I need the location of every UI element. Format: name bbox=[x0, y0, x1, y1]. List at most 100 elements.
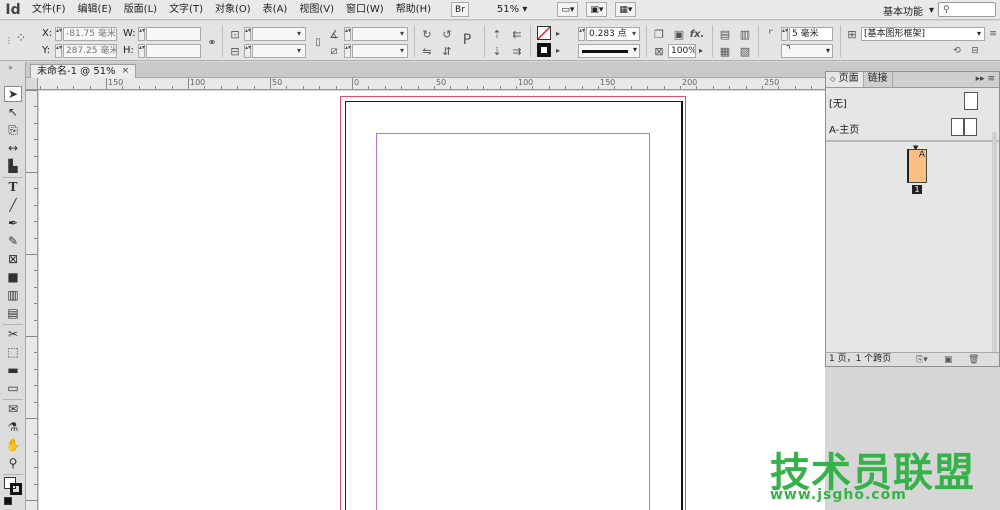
workspace-switcher[interactable]: 基本功能 ▾ bbox=[883, 0, 934, 20]
corner-size-stepper[interactable]: ▴▾ bbox=[781, 27, 788, 41]
arrange-documents-button[interactable]: ▦▾ bbox=[615, 2, 637, 17]
horizontal-grid-tool-icon[interactable]: ▥ bbox=[4, 287, 22, 303]
width-field[interactable] bbox=[146, 27, 201, 41]
menu-window[interactable]: 窗口(W) bbox=[340, 0, 390, 20]
panel-menu-icon[interactable]: ▸▸ ≡ bbox=[976, 74, 995, 84]
corner-shape-select[interactable]: ⌝ ▾ bbox=[781, 44, 833, 58]
page-tool-icon[interactable]: ⎘ bbox=[4, 122, 22, 138]
constrain-proportions-icon[interactable]: ⚭ bbox=[205, 35, 219, 49]
note-tool-icon[interactable]: ✉ bbox=[4, 401, 22, 417]
select-container-icon[interactable]: ⇡ bbox=[490, 27, 504, 41]
ruler-origin[interactable] bbox=[26, 78, 38, 90]
edit-page-size-icon[interactable]: ⎘▾ bbox=[916, 354, 928, 367]
text-wrap-none-icon[interactable]: ▤ bbox=[718, 27, 732, 41]
text-wrap-box-icon[interactable]: ▥ bbox=[738, 27, 752, 41]
direct-selection-tool-icon[interactable]: ↖ bbox=[4, 104, 22, 120]
selection-tool-icon[interactable]: ➤ bbox=[4, 86, 22, 102]
menu-help[interactable]: 帮助(H) bbox=[390, 0, 437, 20]
zoom-level-select[interactable]: 51% ▾ bbox=[491, 0, 533, 20]
tab-pages[interactable]: ◇ 页面 bbox=[826, 72, 864, 87]
gradient-feather-tool-icon[interactable]: ▭ bbox=[4, 380, 22, 396]
shadow-toggle-icon[interactable]: ▣ bbox=[672, 27, 686, 41]
rotate-stepper[interactable]: ▴▾ bbox=[344, 27, 351, 41]
eyedropper-tool-icon[interactable]: ⚗ bbox=[4, 419, 22, 435]
type-tool-icon[interactable]: T bbox=[4, 179, 22, 195]
rectangle-frame-tool-icon[interactable]: ⊠ bbox=[4, 251, 22, 267]
gap-tool-icon[interactable]: ↔ bbox=[4, 140, 22, 156]
stroke-swatch[interactable] bbox=[537, 43, 551, 57]
chevron-down-icon[interactable]: ▾ bbox=[400, 46, 404, 55]
effects-fx-icon[interactable]: fx. bbox=[690, 27, 705, 41]
hand-tool-icon[interactable]: ✋ bbox=[4, 437, 22, 453]
stroke-type-select[interactable]: ▾ bbox=[578, 44, 640, 58]
view-options-button[interactable]: ▭▾ bbox=[557, 2, 579, 17]
line-tool-icon[interactable]: ╱ bbox=[4, 197, 22, 213]
vertical-grid-tool-icon[interactable]: ▤ bbox=[4, 305, 22, 321]
menu-edit[interactable]: 编辑(E) bbox=[72, 0, 118, 20]
h-stepper[interactable]: ▴▾ bbox=[138, 44, 145, 58]
flip-horizontal-icon[interactable]: ⇋ bbox=[420, 44, 434, 58]
chevron-down-icon[interactable]: ▾ bbox=[632, 29, 636, 38]
text-wrap-jump-icon[interactable]: ▧ bbox=[738, 44, 752, 58]
corner-size-field[interactable]: 5 毫米 bbox=[789, 27, 833, 41]
x-stepper[interactable]: ▴▾ bbox=[55, 27, 62, 41]
vertical-ruler[interactable] bbox=[26, 90, 38, 510]
select-content-icon[interactable]: ⇣ bbox=[490, 44, 504, 58]
y-position-field[interactable]: 287.25 毫米 bbox=[63, 44, 117, 58]
document-tab[interactable]: 未命名-1 @ 51% × bbox=[30, 64, 137, 78]
free-transform-tool-icon[interactable]: ⬚ bbox=[4, 344, 22, 360]
style-override-icon[interactable]: ⟲ bbox=[950, 44, 964, 58]
select-previous-icon[interactable]: ⇇ bbox=[510, 27, 524, 41]
document-canvas[interactable] bbox=[39, 91, 825, 510]
scale-x-stepper[interactable]: ▴▾ bbox=[244, 27, 251, 41]
y-stepper[interactable]: ▴▾ bbox=[55, 44, 62, 58]
menu-file[interactable]: 文件(F) bbox=[26, 0, 72, 20]
tab-links[interactable]: 链接 bbox=[864, 72, 893, 87]
w-stepper[interactable]: ▴▾ bbox=[138, 27, 145, 41]
pen-tool-icon[interactable]: ✒ bbox=[4, 215, 22, 231]
pencil-tool-icon[interactable]: ✎ bbox=[4, 233, 22, 249]
default-colors-icon[interactable] bbox=[4, 497, 12, 505]
chevron-down-icon[interactable]: ▾ bbox=[297, 29, 301, 38]
chevron-right-icon[interactable]: ▸ bbox=[556, 29, 560, 38]
scale-y-stepper[interactable]: ▴▾ bbox=[244, 44, 251, 58]
menu-type[interactable]: 文字(T) bbox=[163, 0, 209, 20]
close-icon[interactable]: × bbox=[122, 65, 130, 78]
text-wrap-shape-icon[interactable]: ▦ bbox=[718, 44, 732, 58]
panel-menu-icon[interactable]: ≡ bbox=[986, 27, 1000, 41]
height-field[interactable] bbox=[146, 44, 201, 58]
x-position-field[interactable]: -81.75 毫米 bbox=[63, 27, 117, 41]
drop-shadow-icon[interactable]: ❐ bbox=[652, 27, 666, 41]
chevron-down-icon[interactable]: ▾ bbox=[400, 29, 404, 38]
fill-swatch[interactable] bbox=[537, 26, 551, 40]
panel-divider[interactable] bbox=[826, 140, 999, 142]
zoom-tool-icon[interactable]: ⚲ bbox=[4, 455, 22, 471]
reference-p-icon[interactable]: P bbox=[460, 32, 474, 48]
corner-options-icon[interactable]: ⌜ bbox=[764, 27, 778, 41]
screen-mode-button[interactable]: ▣▾ bbox=[586, 2, 608, 17]
rotate-cw-icon[interactable]: ↻ bbox=[420, 27, 434, 41]
flip-vertical-icon[interactable]: ⇵ bbox=[440, 44, 454, 58]
chevron-down-icon[interactable]: ▾ bbox=[297, 46, 301, 55]
style-clear-icon[interactable]: ⊟ bbox=[968, 44, 982, 58]
rectangle-tool-icon[interactable]: ■ bbox=[4, 269, 22, 285]
scissors-tool-icon[interactable]: ✂ bbox=[4, 326, 22, 342]
opacity-field[interactable]: 100% bbox=[668, 44, 696, 58]
menu-object[interactable]: 对象(O) bbox=[209, 0, 257, 20]
bridge-button[interactable]: Br bbox=[451, 2, 469, 17]
content-collector-icon[interactable]: ▙ bbox=[4, 158, 22, 174]
reference-point-icon[interactable]: ⁘ bbox=[14, 31, 28, 46]
collapse-icon[interactable]: » bbox=[8, 63, 13, 72]
shear-stepper[interactable]: ▴▾ bbox=[344, 44, 351, 58]
fill-stroke-swatch[interactable] bbox=[4, 477, 22, 495]
menu-table[interactable]: 表(A) bbox=[257, 0, 294, 20]
stroke-weight-stepper[interactable]: ▴▾ bbox=[578, 27, 585, 41]
chevron-right-icon[interactable]: ▸ bbox=[699, 46, 703, 55]
delete-page-icon[interactable]: 🗑 bbox=[968, 354, 979, 367]
page-thumbnail[interactable]: A bbox=[907, 149, 927, 183]
panel-scrollbar[interactable] bbox=[992, 132, 997, 352]
help-search-input[interactable]: ⚲ bbox=[938, 2, 996, 17]
menu-layout[interactable]: 版面(L) bbox=[118, 0, 163, 20]
menu-view[interactable]: 视图(V) bbox=[293, 0, 340, 20]
constrain-scale-icon[interactable]: ▯ bbox=[311, 35, 325, 49]
